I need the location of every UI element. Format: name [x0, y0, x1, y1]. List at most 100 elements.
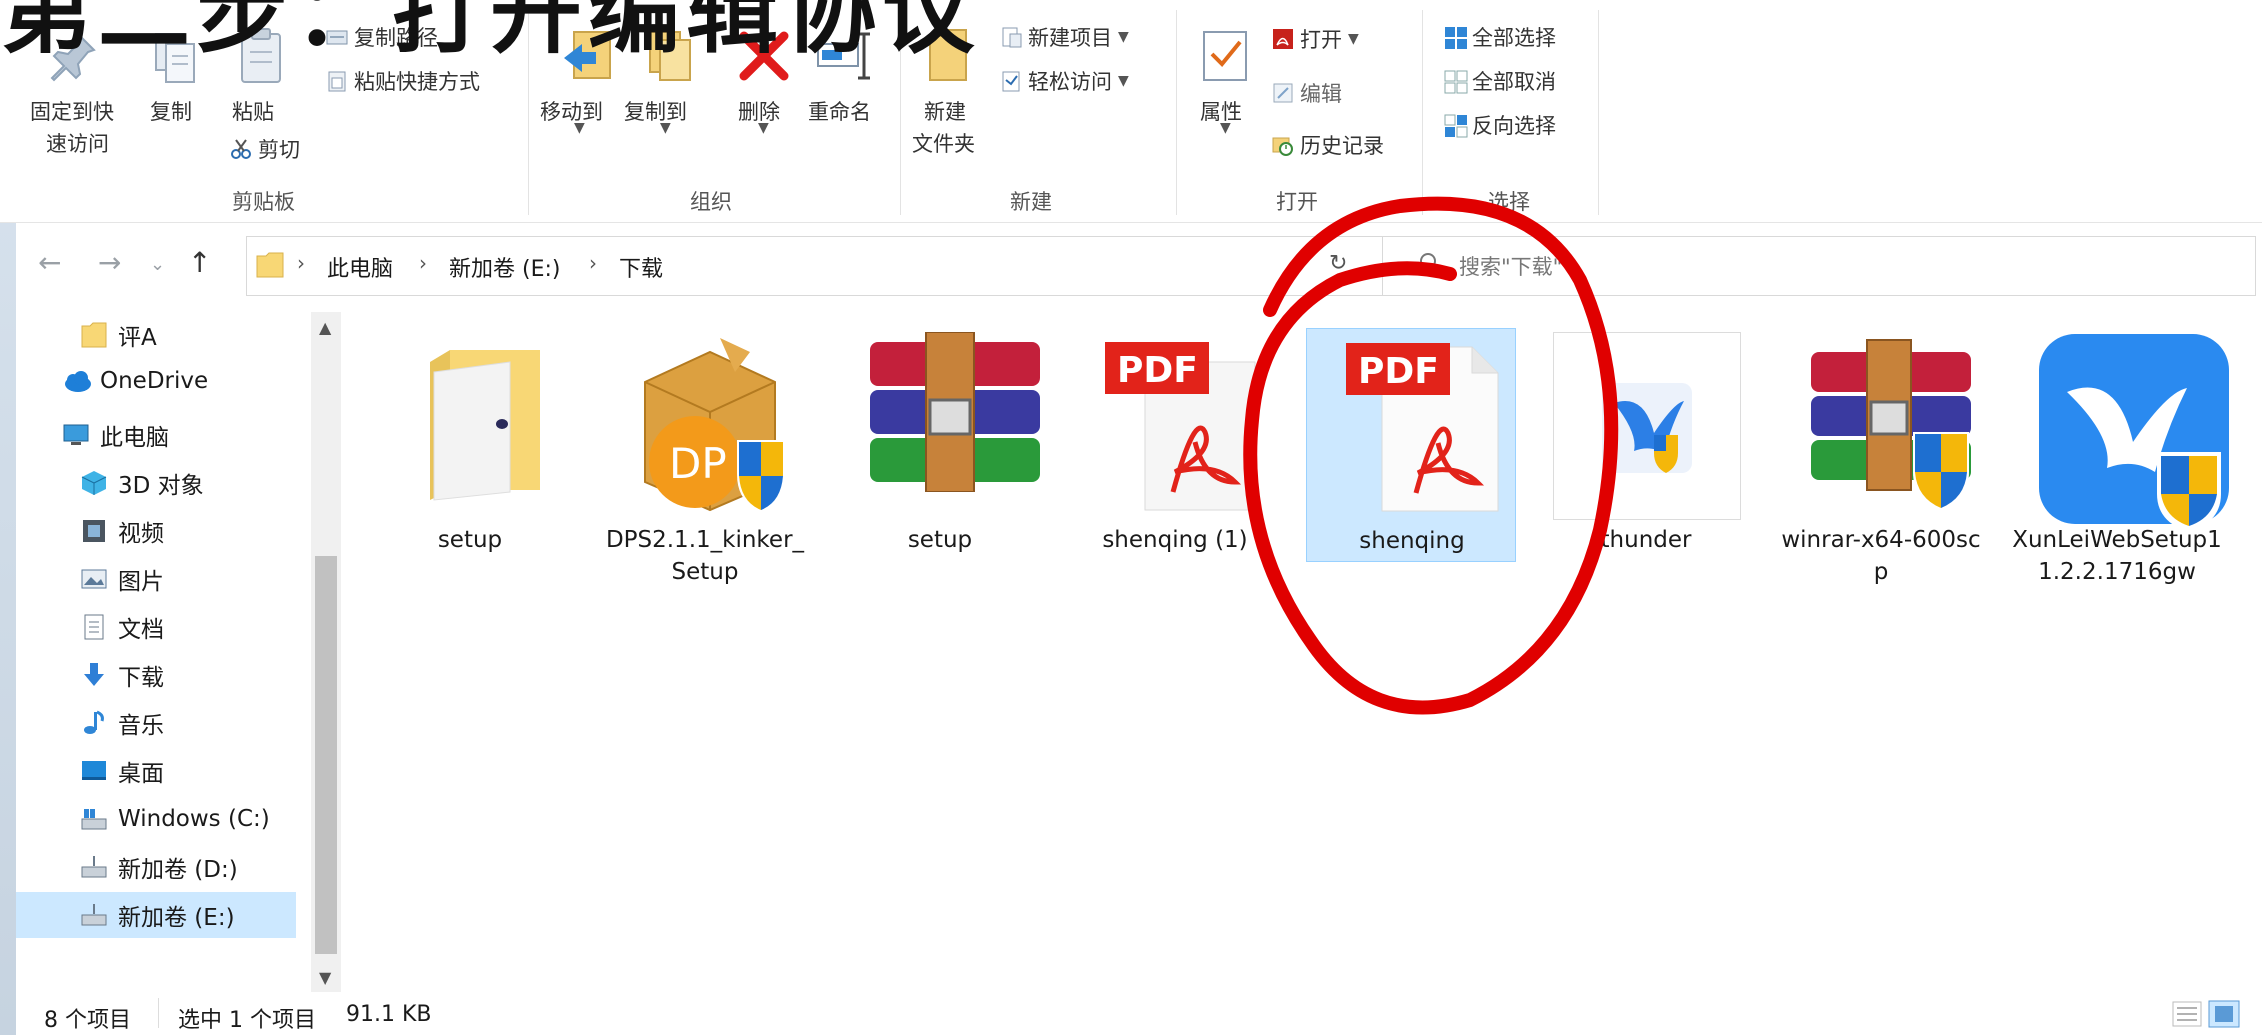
select-none-button[interactable]: 全部取消	[1444, 66, 1556, 96]
sidebar-item-documents[interactable]: 文档	[16, 604, 360, 650]
copy-button[interactable]: 复制	[150, 96, 192, 126]
move-to-button[interactable]: 移动到	[540, 96, 603, 126]
select-all-icon	[1444, 26, 1467, 49]
navigation-bar: ← → ⌄ ↑ › 此电脑 › 新加卷 (E:) › 下载 ⌄ ↻ 搜索"下载"	[16, 232, 2262, 300]
address-dropdown-icon[interactable]: ⌄	[1287, 251, 1302, 272]
history-icon	[1272, 134, 1294, 156]
cut-button[interactable]: 剪切	[230, 134, 300, 164]
computer-icon	[62, 421, 90, 449]
navigation-pane: 评A OneDrive 此电脑 3D 对象 视频 图片 文档 下载 音乐 桌面 …	[16, 312, 341, 992]
sidebar-item-music[interactable]: 音乐	[16, 700, 360, 746]
details-view-icon[interactable]	[2172, 1000, 2202, 1034]
file-item[interactable]: thunder	[1541, 328, 1751, 568]
recent-chevron-icon[interactable]: ⌄	[150, 254, 165, 275]
sidebar-item-videos[interactable]: 视频	[16, 508, 360, 554]
pin-label-2[interactable]: 速访问	[46, 128, 109, 158]
file-item[interactable]: winrar-x64-600scp	[1776, 328, 1986, 585]
sidebar-item-drive-e[interactable]: 新加卷 (E:)	[16, 892, 296, 938]
sidebar-scrollbar[interactable]: ▲ ▼	[311, 312, 341, 992]
overlay-caption: 第二步：打开编辑协议	[0, 0, 1300, 66]
new-folder-label-2[interactable]: 文件夹	[912, 128, 975, 158]
file-item[interactable]: setup	[365, 328, 575, 568]
address-bar[interactable]: › 此电脑 › 新加卷 (E:) › 下载 ⌄ ↻	[246, 236, 1383, 296]
scroll-up-icon[interactable]: ▲	[319, 318, 331, 337]
drive-icon	[80, 853, 108, 881]
file-name: setup	[907, 527, 973, 553]
sidebar-item-downloads[interactable]: 下载	[16, 652, 360, 698]
pdf-badge-text: PDF	[1358, 351, 1439, 392]
file-name: setup	[437, 527, 503, 553]
chevron-down-icon: ▼	[574, 120, 585, 136]
easy-access-button[interactable]: 轻松访问 ▼	[1000, 66, 1129, 96]
sidebar-item-drive-c[interactable]: Windows (C:)	[16, 796, 360, 842]
file-item[interactable]: PDF shenqing (1)	[1070, 328, 1280, 568]
new-item-button[interactable]: 新建项目 ▼	[1000, 22, 1129, 52]
back-arrow-icon[interactable]: ←	[38, 246, 61, 279]
scissors-icon	[230, 138, 252, 160]
pdf-icon: PDF	[1095, 332, 1256, 511]
sidebar-item-pictures[interactable]: 图片	[16, 556, 360, 602]
sidebar-item-folder-a[interactable]: 评A	[16, 312, 360, 358]
history-button[interactable]: 历史记录	[1272, 130, 1384, 160]
file-item[interactable]: DP DPS2.1.1_kinker_Setup	[600, 328, 810, 585]
file-item-selected[interactable]: PDF shenqing	[1306, 328, 1516, 562]
select-all-button[interactable]: 全部选择	[1444, 22, 1556, 52]
sidebar-item-this-pc[interactable]: 此电脑	[16, 412, 342, 458]
chevron-down-icon: ▼	[1118, 29, 1129, 45]
sidebar-item-onedrive[interactable]: OneDrive	[16, 358, 342, 404]
group-divider	[1422, 10, 1423, 215]
file-item[interactable]: setup	[835, 328, 1045, 568]
chevron-down-icon: ▼	[1118, 73, 1129, 89]
windows-drive-icon	[80, 805, 108, 833]
sidebar-item-desktop[interactable]: 桌面	[16, 748, 360, 794]
breadcrumb-chevron-icon[interactable]: ›	[589, 251, 597, 275]
file-name: thunder	[1600, 527, 1692, 553]
large-icons-view-icon[interactable]	[2208, 1000, 2240, 1034]
edit-icon	[1272, 82, 1294, 104]
breadcrumb-this-pc[interactable]: 此电脑	[327, 251, 393, 283]
breadcrumb-chevron-icon[interactable]: ›	[419, 251, 427, 275]
new-group-label: 新建	[1010, 190, 1052, 214]
copy-to-button[interactable]: 复制到	[624, 96, 687, 126]
sidebar-item-3d-objects[interactable]: 3D 对象	[16, 460, 360, 506]
scrollbar-thumb[interactable]	[315, 556, 337, 954]
refresh-icon[interactable]: ↻	[1329, 251, 1347, 276]
select-none-icon	[1444, 70, 1468, 94]
rename-button[interactable]: 重命名	[808, 96, 871, 126]
scroll-down-icon[interactable]: ▼	[319, 968, 331, 987]
file-name: shenqing (1)	[1102, 527, 1248, 553]
breadcrumb-downloads[interactable]: 下载	[619, 251, 663, 283]
sidebar-item-drive-d[interactable]: 新加卷 (D:)	[16, 844, 360, 890]
search-input[interactable]: 搜索"下载"	[1382, 236, 2256, 296]
up-arrow-icon[interactable]: ↑	[188, 246, 211, 279]
breadcrumb-chevron-icon[interactable]: ›	[297, 251, 305, 275]
new-folder-button[interactable]: 新建	[924, 96, 966, 126]
paste-button[interactable]: 粘贴	[232, 96, 274, 126]
chevron-down-icon: ▼	[1220, 120, 1231, 136]
download-arrow-icon	[80, 661, 108, 689]
pin-label[interactable]: 固定到快	[30, 96, 114, 126]
drive-icon	[80, 901, 108, 929]
breadcrumb-volume-e[interactable]: 新加卷 (E:)	[449, 251, 560, 283]
edit-button[interactable]: 编辑	[1272, 78, 1342, 108]
music-note-icon	[80, 709, 108, 737]
open-button[interactable]: 打开 ▼	[1272, 24, 1359, 54]
invert-selection-button[interactable]: 反向选择	[1444, 110, 1556, 140]
chevron-down-icon: ▼	[660, 120, 671, 136]
selection-count: 选中 1 个项目	[178, 1008, 316, 1033]
search-icon	[1413, 251, 1439, 281]
xunlei-icon	[2037, 332, 2229, 532]
group-divider	[1598, 10, 1599, 215]
paste-shortcut-button[interactable]: 粘贴快捷方式	[326, 66, 480, 96]
desktop-icon	[80, 757, 108, 785]
status-divider	[158, 998, 159, 1028]
file-item[interactable]: XunLeiWebSetup11.2.2.1716gw	[2012, 328, 2229, 585]
properties-icon[interactable]	[1200, 28, 1250, 90]
dps-badge-text: DP	[669, 439, 727, 488]
file-name: winrar-x64-600scp	[1781, 527, 1981, 585]
file-name: XunLeiWebSetup11.2.2.1716gw	[2012, 527, 2222, 585]
film-icon	[80, 517, 108, 545]
clipboard-group-label: 剪贴板	[232, 190, 295, 214]
forward-arrow-icon[interactable]: →	[98, 246, 121, 279]
pdf-icon: PDF	[1332, 333, 1499, 512]
